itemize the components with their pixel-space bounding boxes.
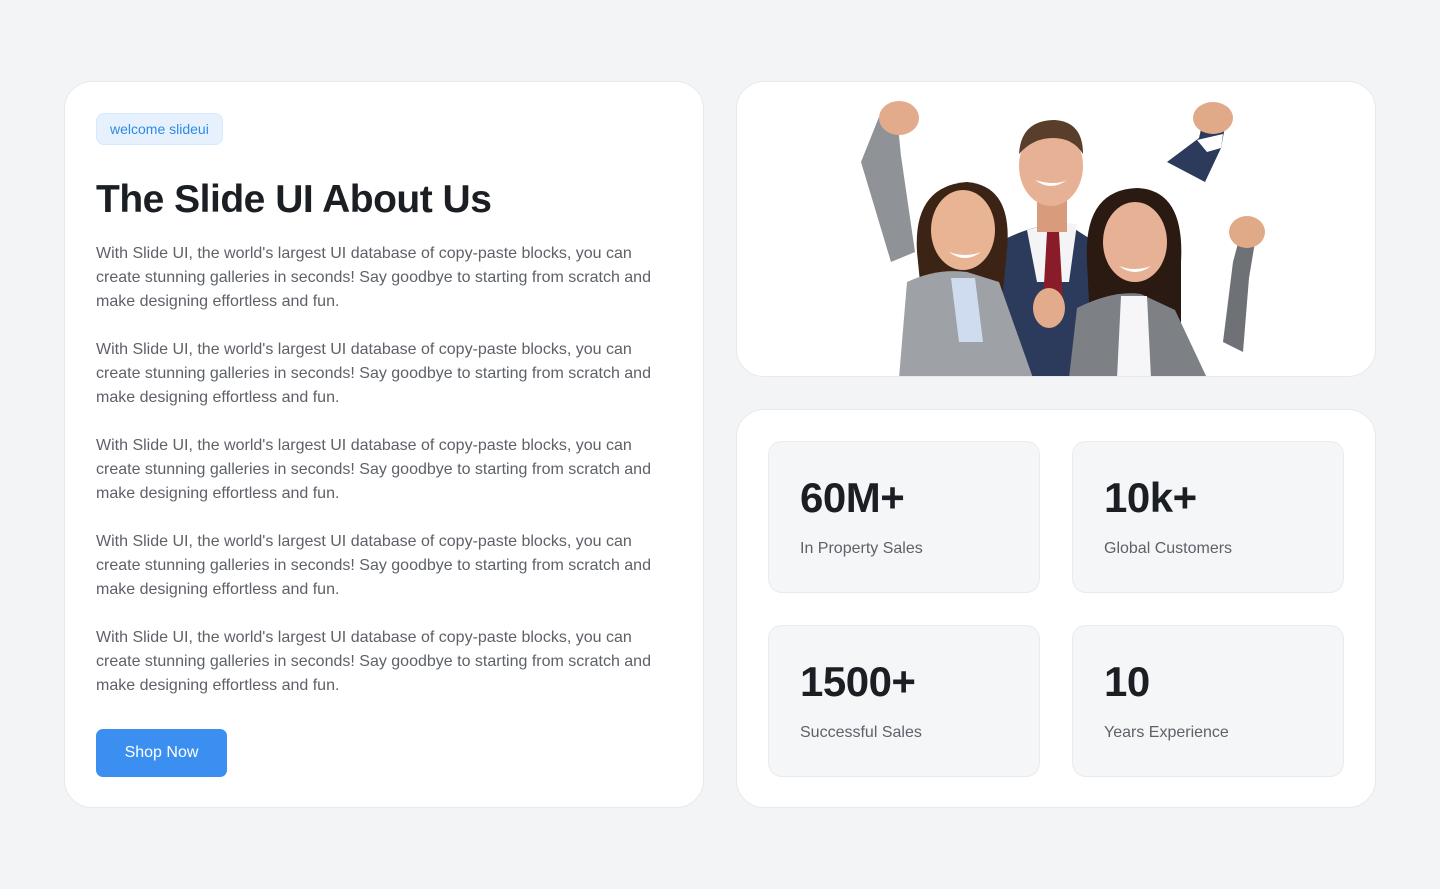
about-paragraph: With Slide UI, the world's largest UI da… [96,629,651,694]
stat-successful-sales: 1500+ Successful Sales [768,625,1040,777]
stat-value: 1500+ [800,658,916,705]
stats-card: 60M+ In Property Sales 10k+ Global Custo… [736,409,1376,808]
stat-label: Global Customers [1104,540,1233,557]
stat-label: In Property Sales [800,540,923,557]
page: welcome slideui The Slide UI About Us Wi… [0,0,1440,889]
stat-value: 10k+ [1104,474,1197,521]
about-paragraph: With Slide UI, the world's largest UI da… [96,533,651,598]
welcome-badge: welcome slideui [96,113,223,145]
team-photo-card [736,81,1376,377]
about-paragraph: With Slide UI, the world's largest UI da… [96,245,651,310]
about-paragraph: With Slide UI, the world's largest UI da… [96,341,651,406]
stat-years-experience: 10 Years Experience [1072,625,1344,777]
stat-value: 10 [1104,658,1150,705]
stat-value: 60M+ [800,474,905,521]
about-paragraph: With Slide UI, the world's largest UI da… [96,437,651,502]
page-title: The Slide UI About Us [96,178,492,221]
stat-global-customers: 10k+ Global Customers [1072,441,1344,593]
team-photo [861,101,1265,376]
about-card: welcome slideui The Slide UI About Us Wi… [64,81,704,808]
stat-label: Years Experience [1104,724,1229,741]
about-paragraphs: With Slide UI, the world's largest UI da… [96,242,676,722]
stat-property-sales: 60M+ In Property Sales [768,441,1040,593]
stat-label: Successful Sales [800,724,922,741]
shop-now-button[interactable]: Shop Now [96,729,227,777]
